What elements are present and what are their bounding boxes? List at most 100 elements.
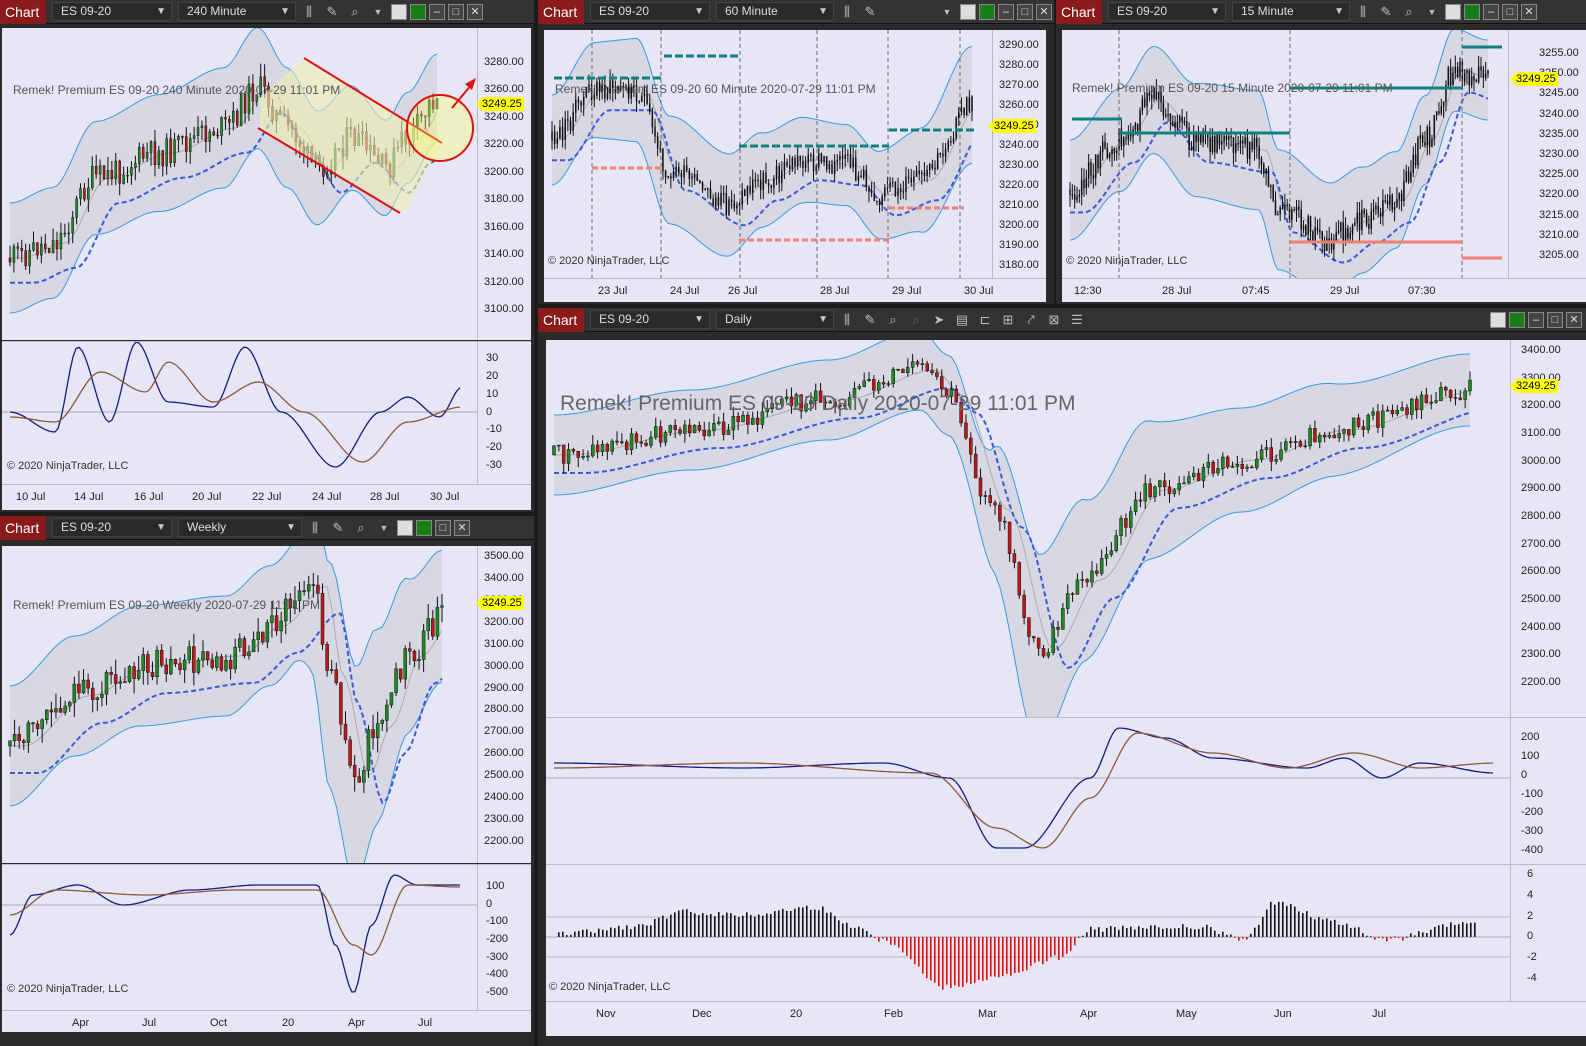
histogram-bar: [1410, 933, 1412, 937]
bar-type-icon[interactable]: ⫼: [837, 2, 857, 22]
histogram-bar: [954, 937, 956, 986]
price-scale[interactable]: 3400.00 3300.00 3200.00 3100.00 3000.00 2900.…: [1510, 340, 1586, 717]
price-scale[interactable]: 3500.003400.003300.003200.003100.003000.…: [477, 546, 531, 863]
green-box-icon[interactable]: [410, 3, 426, 20]
minimize-icon[interactable]: –: [998, 3, 1014, 20]
candle-body: [762, 172, 765, 190]
price-scale[interactable]: 3290.003280.003270.003260.003250.003240.…: [992, 30, 1046, 278]
bar-type-icon[interactable]: ⫼: [1353, 2, 1373, 22]
zoom-in-icon[interactable]: ⌕: [883, 310, 903, 330]
dropdown-icon[interactable]: ▼: [368, 2, 388, 22]
interval-select[interactable]: 240 Minute ▼: [178, 2, 296, 21]
maximize-icon[interactable]: □: [1017, 3, 1033, 20]
close-icon[interactable]: ✕: [1036, 3, 1052, 20]
candle-body: [109, 672, 113, 675]
properties-icon[interactable]: ⊏: [975, 310, 995, 330]
price-panel[interactable]: Remek! Premium ES 09-20 240 Minute 2020-…: [2, 28, 477, 340]
instrument-select[interactable]: ES 09-20 ▼: [1108, 2, 1226, 21]
candle-body: [1201, 467, 1206, 481]
dropdown-icon[interactable]: ▼: [1422, 2, 1442, 22]
green-box-icon[interactable]: [1509, 311, 1525, 328]
close-icon[interactable]: ✕: [1521, 3, 1537, 20]
drawing-tool-icon[interactable]: ✎: [860, 2, 880, 22]
chart-tab[interactable]: Chart: [0, 515, 46, 540]
time-axis[interactable]: 10 Jul 14 Jul 16 Jul 20 Jul 22 Jul 24 Jul 28 J…: [2, 484, 531, 510]
candle-body: [362, 770, 366, 783]
color-box-icon[interactable]: [960, 3, 976, 20]
candle-body: [1316, 227, 1319, 231]
list-icon[interactable]: ☰: [1067, 310, 1087, 330]
maximize-icon[interactable]: □: [1547, 311, 1563, 328]
bar-type-icon[interactable]: ⫼: [837, 310, 857, 330]
histogram-bar: [566, 935, 568, 937]
dropdown-icon[interactable]: ▼: [374, 518, 394, 538]
minimize-icon[interactable]: –: [1483, 3, 1499, 20]
time-axis[interactable]: Nov Dec 20 Feb Mar Apr May Jun Jul: [546, 1001, 1586, 1036]
instrument-select[interactable]: ES 09-20 ▼: [590, 2, 710, 21]
interval-select[interactable]: 60 Minute ▼: [716, 2, 834, 21]
drawing-tool-icon[interactable]: ✎: [322, 2, 342, 22]
green-box-icon[interactable]: [1464, 3, 1480, 20]
histogram-bar: [1302, 913, 1304, 937]
histogram-panel[interactable]: © 2020 NinjaTrader, LLC: [546, 864, 1510, 1001]
maximize-icon[interactable]: □: [448, 3, 464, 20]
color-box-icon[interactable]: [397, 519, 413, 536]
data-box-icon[interactable]: ▤: [952, 310, 972, 330]
close-icon[interactable]: ✕: [1566, 311, 1582, 328]
histogram-bar: [1306, 911, 1308, 937]
zoom-icon[interactable]: ⌕: [351, 518, 371, 538]
interval-select[interactable]: Daily ▼: [716, 310, 834, 329]
time-axis[interactable]: 12:30 28 Jul 07:45 29 Jul 07:30: [1062, 278, 1586, 302]
close-icon[interactable]: ✕: [454, 519, 470, 536]
close-icon[interactable]: ✕: [467, 3, 483, 20]
bar-type-icon[interactable]: ⫼: [299, 2, 319, 22]
time-axis[interactable]: 23 Jul 24 Jul 26 Jul 28 Jul 29 Jul 30 Jul: [544, 278, 1046, 302]
oscillator-panel[interactable]: © 2020 NinjaTrader, LLC: [2, 864, 477, 1010]
histogram-bar: [894, 937, 896, 945]
templates-icon[interactable]: ⊠: [1044, 310, 1064, 330]
green-box-icon[interactable]: [416, 519, 432, 536]
candle-body: [215, 656, 219, 668]
chart-tab[interactable]: Chart: [1056, 0, 1102, 24]
indicators-icon[interactable]: ⊞: [998, 310, 1018, 330]
color-box-icon[interactable]: [1490, 311, 1506, 328]
histogram-bar: [626, 925, 628, 937]
instrument-select[interactable]: ES 09-20 ▼: [52, 2, 172, 21]
interval-select[interactable]: 15 Minute ▼: [1232, 2, 1350, 21]
zoom-out-icon[interactable]: ⌕: [906, 310, 926, 330]
green-box-icon[interactable]: [979, 3, 995, 20]
minimize-icon[interactable]: –: [1528, 311, 1544, 328]
instrument-select[interactable]: ES 09-20 ▼: [52, 518, 172, 537]
maximize-icon[interactable]: □: [1502, 3, 1518, 20]
zoom-icon[interactable]: ⌕: [1399, 2, 1419, 22]
maximize-icon[interactable]: □: [435, 519, 451, 536]
price-panel[interactable]: Remek! Premium ES 09-20 60 Minute 2020-0…: [544, 30, 992, 278]
candle-body: [788, 165, 791, 169]
bar-type-icon[interactable]: ⫼: [305, 518, 325, 538]
drawing-tool-icon[interactable]: ✎: [1376, 2, 1396, 22]
drawing-tool-icon[interactable]: ✎: [860, 310, 880, 330]
dropdown-icon[interactable]: ▼: [937, 2, 957, 22]
oscillator-panel[interactable]: © 2020 NinjaTrader, LLC: [2, 341, 477, 484]
price-panel[interactable]: Remek! Premium ES 09-20 Daily 2020-07-29…: [546, 340, 1510, 717]
price-scale[interactable]: 3280.00 3260.00 3240.00 3220.00 3200.00 3180.…: [477, 28, 531, 340]
price-scale[interactable]: 3255.00 3250.00 3245.00 3240.00 3235.00 3230.…: [1508, 30, 1586, 278]
zoom-icon[interactable]: ⌕: [345, 2, 365, 22]
chart-tab[interactable]: Chart: [538, 307, 584, 332]
instrument-select[interactable]: ES 09-20 ▼: [590, 310, 710, 329]
price-panel[interactable]: Remek! Premium ES 09-20 15 Minute 2020-0…: [1062, 30, 1508, 278]
histogram-bar: [1210, 926, 1212, 937]
pointer-icon[interactable]: ➤: [929, 310, 949, 330]
interval-select[interactable]: Weekly ▼: [178, 518, 302, 537]
strategies-icon[interactable]: ⤤: [1021, 310, 1041, 330]
time-axis[interactable]: Apr Jul Oct 20 Apr Jul: [2, 1010, 531, 1032]
minimize-icon[interactable]: –: [429, 3, 445, 20]
oscillator-panel[interactable]: [546, 717, 1510, 864]
color-box-icon[interactable]: [391, 3, 407, 20]
chart-tab[interactable]: Chart: [538, 0, 584, 24]
drawing-tool-icon[interactable]: ✎: [328, 518, 348, 538]
price-panel[interactable]: Remek! Premium ES 09-20 Weekly 2020-07-2…: [2, 546, 477, 863]
chart-tab[interactable]: Chart: [0, 0, 46, 24]
candle-body: [24, 250, 27, 267]
color-box-icon[interactable]: [1445, 3, 1461, 20]
